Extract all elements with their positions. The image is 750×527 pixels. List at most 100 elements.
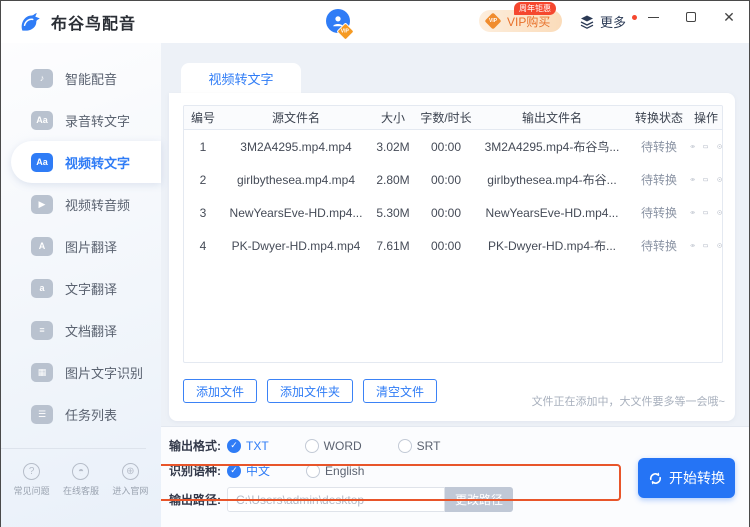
file-table: 编号 源文件名 大小 字数/时长 输出文件名 转换状态 操作 1 3M2A429…	[183, 105, 723, 363]
col-header-output: 输出文件名	[521, 111, 582, 125]
notification-dot	[632, 15, 638, 20]
add-folder-button[interactable]: 添加文件夹	[267, 379, 354, 403]
sidebar-item-video-to-audio[interactable]: ▶ 视频转音频	[1, 183, 161, 225]
app-title: 布谷鸟配音	[51, 16, 137, 33]
open-folder-icon[interactable]	[703, 139, 709, 154]
status-badge: 待转换	[640, 239, 677, 253]
headset-icon: ◓	[72, 463, 90, 480]
output-format-row: 输出格式: ✓ TXT WORD SRT	[169, 437, 476, 454]
image-translate-icon: A	[31, 236, 53, 256]
sidebar-item-label: 任务列表	[65, 407, 118, 423]
cell-no: 1	[199, 139, 207, 154]
delete-icon[interactable]	[717, 205, 722, 220]
vip-diamond-icon: VIP	[484, 12, 502, 30]
cell-duration: 00:00	[430, 205, 462, 220]
cell-no: 3	[199, 205, 207, 220]
preview-eye-icon[interactable]	[690, 238, 696, 253]
tab-video-to-text[interactable]: 视频转文字	[181, 63, 301, 93]
vip-purchase-label: VIP购买	[507, 14, 551, 29]
radio-word[interactable]: WORD	[304, 438, 362, 453]
output-path-label: 输出路径:	[169, 493, 221, 507]
cell-size: 3.02M	[376, 139, 410, 154]
doc-translate-icon: ≡	[31, 320, 53, 340]
video-to-audio-icon: ▶	[31, 194, 53, 214]
delete-icon[interactable]	[717, 238, 722, 253]
output-path-input[interactable]	[227, 487, 445, 512]
sidebar-item-label: 智能配音	[65, 71, 118, 87]
sidebar-item-label: 文字翻译	[65, 281, 118, 297]
delete-icon[interactable]	[717, 172, 722, 187]
open-folder-icon[interactable]	[703, 238, 709, 253]
title-bar: 布谷鸟配音 VIP VIP VIP购买 周年钜惠 更多 ✕	[1, 1, 749, 43]
sidebar-item-text-translate[interactable]: a 文字翻译	[1, 267, 161, 309]
radio-unchecked-icon	[304, 438, 319, 453]
layers-icon	[580, 15, 594, 29]
faq-label: 常见问题	[13, 486, 50, 496]
bird-logo-icon	[21, 13, 40, 31]
maximize-button[interactable]	[683, 9, 699, 25]
more-menu-button[interactable]: 更多	[579, 12, 638, 31]
start-convert-label: 开始转换	[669, 470, 725, 486]
table-header-row: 编号 源文件名 大小 字数/时长 输出文件名 转换状态 操作	[184, 106, 722, 130]
output-format-label: 输出格式:	[169, 439, 221, 453]
preview-eye-icon[interactable]	[690, 139, 696, 154]
more-menu-label: 更多	[600, 15, 627, 30]
sidebar-divider	[1, 448, 146, 449]
preview-eye-icon[interactable]	[690, 205, 696, 220]
adding-files-hint: 文件正在添加中，大文件要多等一会哦~	[531, 396, 725, 408]
video-to-text-icon: Aa	[31, 152, 53, 172]
radio-unchecked-icon	[397, 438, 412, 453]
cell-source: PK-Dwyer-HD.mp4.mp4	[231, 238, 361, 253]
cell-size: 2.80M	[376, 172, 410, 187]
anniversary-sale-badge: 周年钜惠	[514, 2, 556, 15]
delete-icon[interactable]	[717, 139, 722, 154]
radio-chinese[interactable]: ✓ 中文	[227, 462, 270, 479]
change-path-button[interactable]: 更改路径	[445, 487, 514, 512]
cell-duration: 00:00	[430, 139, 462, 154]
online-support-link[interactable]: ◓ 在线客服	[63, 463, 99, 497]
cell-output: girlbythesea.mp4-布谷...	[487, 173, 617, 187]
sidebar-item-audio-to-text[interactable]: Aa 录音转文字	[1, 99, 161, 141]
preview-eye-icon[interactable]	[690, 172, 696, 187]
cell-duration: 00:00	[430, 172, 462, 187]
language-row: 识别语种: ✓ 中文 English	[169, 462, 400, 479]
file-panel: 编号 源文件名 大小 字数/时长 输出文件名 转换状态 操作 1 3M2A429…	[169, 93, 735, 421]
sidebar-item-image-translate[interactable]: A 图片翻译	[1, 225, 161, 267]
table-row: 1 3M2A4295.mp4.mp4 3.02M 00:00 3M2A4295.…	[184, 130, 722, 163]
radio-english[interactable]: English	[306, 463, 364, 478]
radio-checked-icon: ✓	[227, 438, 241, 453]
cell-duration: 00:00	[430, 238, 462, 253]
open-folder-icon[interactable]	[703, 205, 709, 220]
sidebar-item-smart-dubbing[interactable]: ♪ 智能配音	[1, 57, 161, 99]
radio-srt[interactable]: SRT	[397, 438, 440, 453]
online-support-label: 在线客服	[62, 486, 99, 496]
question-icon: ?	[23, 463, 41, 480]
sidebar-item-image-ocr[interactable]: ▦ 图片文字识别	[1, 351, 161, 393]
globe-icon: ⊕	[121, 463, 139, 480]
start-convert-button[interactable]: 开始转换	[638, 458, 735, 498]
output-path-row: 输出路径: 更改路径	[169, 487, 514, 512]
cell-output: 3M2A4295.mp4-布谷鸟...	[484, 140, 620, 154]
open-folder-icon[interactable]	[703, 172, 709, 187]
smart-dubbing-icon: ♪	[31, 68, 53, 88]
sidebar-item-task-list[interactable]: ☰ 任务列表	[1, 393, 161, 435]
col-header-source: 源文件名	[271, 111, 320, 125]
radio-txt[interactable]: ✓ TXT	[227, 438, 269, 453]
sidebar-item-label: 视频转文字	[65, 155, 131, 171]
clear-files-button[interactable]: 清空文件	[363, 379, 438, 403]
official-site-label: 进入官网	[112, 486, 149, 496]
sidebar-item-label: 文档翻译	[65, 323, 118, 339]
close-button[interactable]: ✕	[721, 9, 737, 25]
cell-size: 5.30M	[376, 205, 410, 220]
sidebar-item-video-to-text[interactable]: Aa 视频转文字	[11, 141, 161, 183]
add-file-button[interactable]: 添加文件	[183, 379, 258, 403]
faq-link[interactable]: ? 常见问题	[14, 463, 50, 497]
sidebar-item-doc-translate[interactable]: ≡ 文档翻译	[1, 309, 161, 351]
official-site-link[interactable]: ⊕ 进入官网	[112, 463, 148, 497]
minimize-button[interactable]	[645, 9, 661, 25]
conversion-settings: 输出格式: ✓ TXT WORD SRT 识别语种: ✓ 中文 English …	[154, 426, 749, 527]
cell-source: 3M2A4295.mp4.mp4	[240, 139, 352, 154]
sidebar: ♪ 智能配音 Aa 录音转文字 Aa 视频转文字 ▶ 视频转音频 A 图片翻译 …	[1, 43, 161, 527]
main-content: 视频转文字 编号 源文件名 大小 字数/时长 输出文件名 转换状态 操作 1 3…	[154, 43, 749, 527]
radio-unchecked-icon	[306, 463, 321, 478]
